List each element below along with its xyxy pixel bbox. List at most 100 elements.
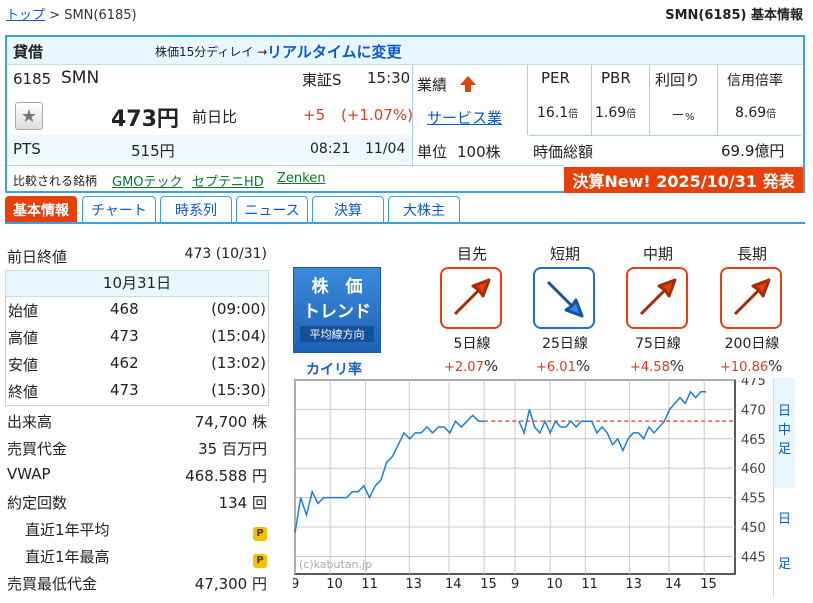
price-change-pct: (+1.07%) — [341, 106, 413, 124]
chart-watermark: (c)kabutan.jp — [299, 558, 372, 571]
margin-label: 貸借 — [13, 43, 44, 61]
trend-down-arrow-icon — [533, 267, 595, 329]
stock-code: 6185 — [13, 70, 52, 88]
per-value: 16.1倍 — [537, 105, 579, 121]
market-name: 東証S — [302, 71, 342, 89]
y-tick-label: 450 — [741, 521, 766, 536]
y-tick-label: 465 — [741, 433, 766, 448]
pts-label: PTS — [13, 140, 41, 158]
prev-close-row: 前日終値 473 (10/31) — [5, 243, 269, 270]
current-price: 473円 — [111, 107, 179, 132]
breadcrumb: トップ > SMN(6185) — [6, 4, 137, 23]
x-tick-label: 13 — [625, 577, 642, 592]
trade-date: 10月31日 — [5, 270, 269, 297]
pbr-value: 1.69倍 — [595, 105, 637, 121]
compare-link[interactable]: セプテニHD — [192, 171, 264, 190]
prev-close-label: 前日終値 — [7, 248, 68, 266]
ohlc-row: 高値 473 (15:04) — [8, 327, 266, 347]
x-tick-label: 14 — [665, 577, 682, 592]
trend-column: 長期 200日線 — [720, 243, 784, 353]
intraday-chart: 9 10 11 13 14 15 9 10 11 13 14 15 445 450 455 460 465 470… — [293, 378, 795, 598]
compare-link[interactable]: Zenken — [277, 171, 325, 186]
tab-chart[interactable]: チャート — [82, 196, 156, 223]
trend-column: 目先 5日線 — [440, 243, 504, 353]
stats-row: 売買代金 35 百万円 — [7, 440, 267, 458]
trend-up-arrow-icon — [720, 267, 782, 329]
ohlc-row: 終値 473 (15:30) — [8, 381, 266, 401]
realtime-link[interactable]: リアルタイムに変更 — [267, 41, 402, 62]
ohlc-row: 始値 468 (09:00) — [8, 300, 266, 320]
pts-time: 08:21 — [310, 141, 351, 157]
sector-link[interactable]: サービス業 — [427, 107, 502, 128]
breadcrumb-separator: > — [49, 8, 61, 23]
y-tick-label: 445 — [741, 550, 766, 565]
delay-note: 株価15分ディレイ → — [155, 45, 268, 59]
tab-earnings[interactable]: 決算 — [312, 196, 384, 223]
x-tick-label: 13 — [405, 577, 422, 592]
unit-value: 100株 — [457, 143, 501, 161]
quote-time: 15:30 — [367, 69, 411, 87]
x-tick-label: 9 — [511, 577, 519, 592]
margin-ratio-label: 信用倍率 — [727, 73, 783, 89]
trend-column: 短期 25日線 — [533, 243, 597, 353]
y-tick-label: 455 — [741, 492, 766, 507]
mcap-value: 69.9億円 — [721, 142, 785, 160]
price-trend-badge: 株 価 トレンド 平均線方向 — [293, 267, 381, 353]
earnings-announcement-banner[interactable]: 決算New! 2025/10/31 発表 — [564, 167, 803, 193]
stats-row: 出来高 74,700 株 — [7, 413, 267, 431]
yield-label: 利回り — [655, 71, 701, 89]
price-summary: 前日終値 473 (10/31) 10月31日 始値 468 (09:00) 高値 4… — [5, 243, 269, 597]
stats-row: 売買最低代金 47,300 円 — [7, 575, 267, 593]
y-tick-label: 475 — [741, 378, 766, 389]
x-tick-label: 15 — [700, 577, 717, 592]
info-header: 貸借 株価15分ディレイ → リアルタイムに変更 — [7, 37, 803, 65]
stats-row: 直近1年最高 P — [5, 543, 269, 570]
chart-side-tab-top[interactable]: 日 中 足 — [773, 378, 795, 488]
tab-timeseries[interactable]: 時系列 — [160, 196, 232, 223]
per-label: PER — [541, 69, 570, 87]
divider — [7, 165, 564, 166]
earnings-label: 業績 — [417, 76, 448, 94]
stats-row: 約定回数 134 回 — [7, 494, 267, 512]
divider — [529, 135, 801, 136]
deviation-rate: +10.86% — [720, 357, 783, 375]
page-title: SMN(6185) 基本情報 — [665, 8, 803, 23]
premium-lock-icon[interactable]: P — [253, 554, 267, 568]
compare-label: 比較される銘柄 — [13, 174, 98, 188]
trend-up-arrow-icon — [626, 267, 688, 329]
ohlc-row: 安値 462 (13:02) — [8, 354, 266, 374]
tab-major-shareholders[interactable]: 大株主 — [388, 196, 460, 223]
intraday-chart-svg: 9 10 11 13 14 15 9 10 11 13 14 15 445 450 455 460 465 470… — [293, 378, 766, 592]
breadcrumb-top-link[interactable]: トップ — [6, 8, 45, 23]
deviation-rate: +2.07% — [444, 357, 499, 375]
tab-news[interactable]: ニュース — [236, 196, 308, 223]
mcap-label: 時価総額 — [533, 143, 594, 161]
trend-title-2: トレンド — [303, 302, 371, 322]
divider — [649, 65, 650, 135]
chart-side-tab-bottom[interactable]: 日 足 — [773, 488, 795, 598]
compare-link[interactable]: GMOテック — [112, 171, 183, 190]
trend-column: 中期 75日線 — [626, 243, 690, 353]
tab-underline — [5, 222, 805, 224]
deviation-rate: +6.01% — [536, 357, 591, 375]
premium-lock-icon[interactable]: P — [253, 527, 267, 541]
favorite-star-icon[interactable]: ★ — [15, 102, 43, 130]
stock-info-box: 貸借 株価15分ディレイ → リアルタイムに変更 6185 SMN 東証S 15… — [5, 35, 805, 193]
divider — [527, 65, 528, 135]
pts-price: 515円 — [131, 142, 175, 160]
tab-basic-info[interactable]: 基本情報 — [5, 196, 77, 223]
deviation-rate-label: カイリ率 — [306, 362, 362, 378]
price-change: +5 — [303, 106, 326, 124]
x-tick-label: 15 — [480, 577, 497, 592]
x-tick-label: 11 — [581, 577, 598, 592]
y-tick-label: 470 — [741, 403, 766, 418]
divider — [717, 65, 718, 135]
divider — [412, 65, 413, 165]
pbr-label: PBR — [601, 69, 631, 87]
trend-title-1: 株 価 — [311, 277, 363, 297]
earnings-up-icon — [460, 76, 476, 92]
y-tick-label: 460 — [741, 462, 766, 477]
ohlc-table: 始値 468 (09:00) 高値 473 (15:04) 安値 462 (13:02) 終… — [5, 297, 269, 406]
pts-date: 11/04 — [365, 141, 406, 157]
trend-subtitle: 平均線方向 — [300, 326, 374, 342]
